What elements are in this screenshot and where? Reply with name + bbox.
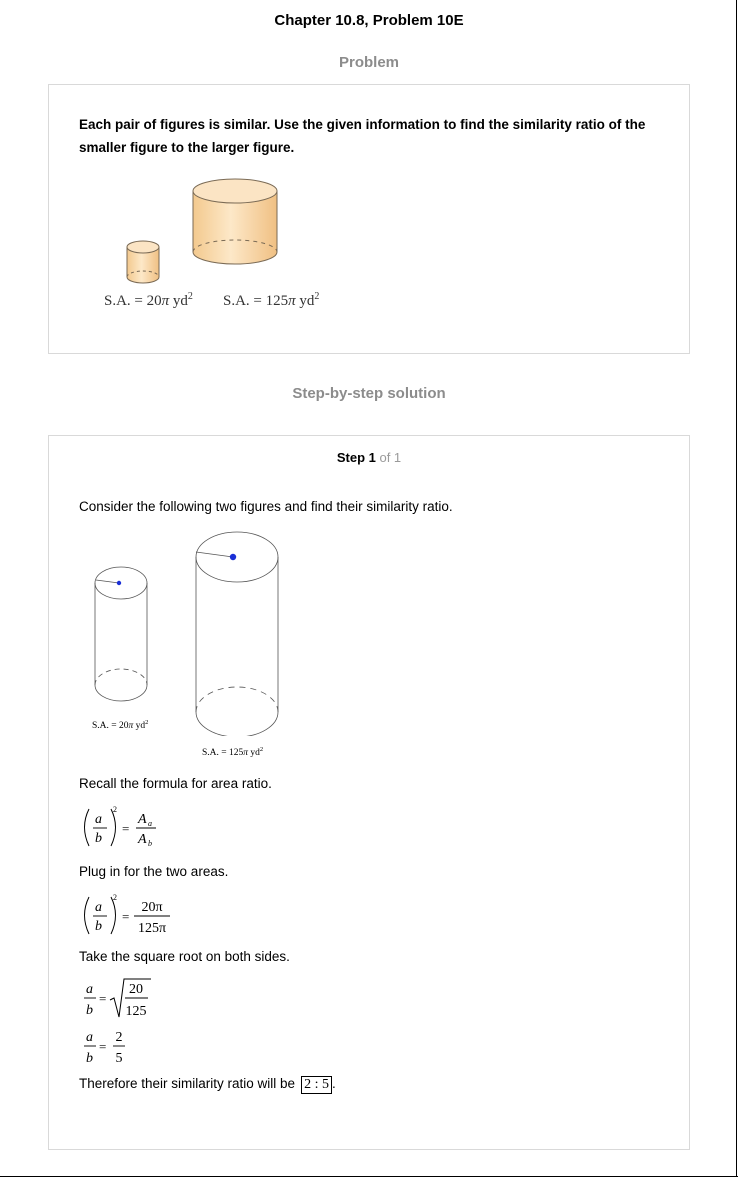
large-surface-area-label: S.A. = 125π yd2 <box>223 291 320 309</box>
problem-cylinders-figure <box>126 178 278 284</box>
sqrt-numerator: 20 <box>129 982 143 997</box>
sqrt-equals: = <box>99 991 106 1006</box>
solution-cylinders-figure <box>94 531 279 736</box>
sqrt-b: b <box>86 1003 93 1018</box>
conclusion-line: Therefore their similarity ratio will be… <box>79 1076 336 1094</box>
result-equals: = <box>99 1039 106 1054</box>
formula-b: b <box>95 831 102 846</box>
plug-in-text: Plug in for the two areas. <box>79 864 229 879</box>
square-root-text: Take the square root on both sides. <box>79 949 290 964</box>
plug-in-equation: a b 2 = 20π 125π <box>84 893 170 936</box>
small-surface-area-label: S.A. = 20π yd2 <box>104 291 193 309</box>
formula-a: a <box>95 812 102 827</box>
result-a: a <box>86 1030 93 1045</box>
result-numerator: 2 <box>116 1030 123 1045</box>
solution-large-area-label: S.A. = 125π yd2 <box>202 746 264 759</box>
small-cylinder <box>126 240 160 284</box>
recall-formula-text: Recall the formula for area ratio. <box>79 776 272 791</box>
conclusion-period: . <box>331 1076 336 1091</box>
area-ratio-formula: a b 2 = A a A b <box>84 805 156 848</box>
plug-denominator: 125π <box>138 921 166 936</box>
formula-sub-b: b <box>148 839 152 848</box>
large-cylinder <box>192 178 278 265</box>
plug-equals: = <box>122 909 129 924</box>
small-cylinder-outline <box>94 566 148 702</box>
step-indicator: Step 1 of 1 <box>336 450 402 465</box>
problem-card: Each pair of figures is similar. Use the… <box>48 84 690 354</box>
sqrt-denominator: 125 <box>126 1004 147 1019</box>
formula-equals: = <box>122 821 129 836</box>
formula-exponent: 2 <box>113 805 117 814</box>
solution-intro-text: Consider the following two figures and f… <box>79 499 453 514</box>
answer-box: 2 : 5 <box>301 1076 332 1094</box>
formula-A-a: A <box>137 812 147 827</box>
conclusion-text: Therefore their similarity ratio will be <box>79 1076 296 1091</box>
solution-small-area-label: S.A. = 20π yd2 <box>92 719 149 732</box>
formula-sub-a: a <box>148 819 152 828</box>
large-center-dot <box>229 553 237 561</box>
square-root-equation: a b = 20 125 <box>84 978 151 1019</box>
formula-A-b: A <box>137 832 147 847</box>
plug-b: b <box>95 919 102 934</box>
solution-heading: Step-by-step solution <box>292 385 446 402</box>
plug-a: a <box>95 900 102 915</box>
sqrt-a: a <box>86 982 93 997</box>
small-center-dot <box>116 580 122 586</box>
result-b: b <box>86 1051 93 1066</box>
large-cylinder-outline <box>195 531 279 736</box>
plug-exponent: 2 <box>113 893 117 902</box>
result-equation: a b = 2 5 <box>84 1030 125 1066</box>
page-title: Chapter 10.8, Problem 10E <box>274 12 464 29</box>
page-border-right <box>736 0 737 1177</box>
problem-heading: Problem <box>338 54 399 71</box>
plug-numerator: 20π <box>141 900 162 915</box>
result-denominator: 5 <box>116 1051 123 1066</box>
solution-card: Step 1 of 1 Consider the following two f… <box>48 435 690 1150</box>
